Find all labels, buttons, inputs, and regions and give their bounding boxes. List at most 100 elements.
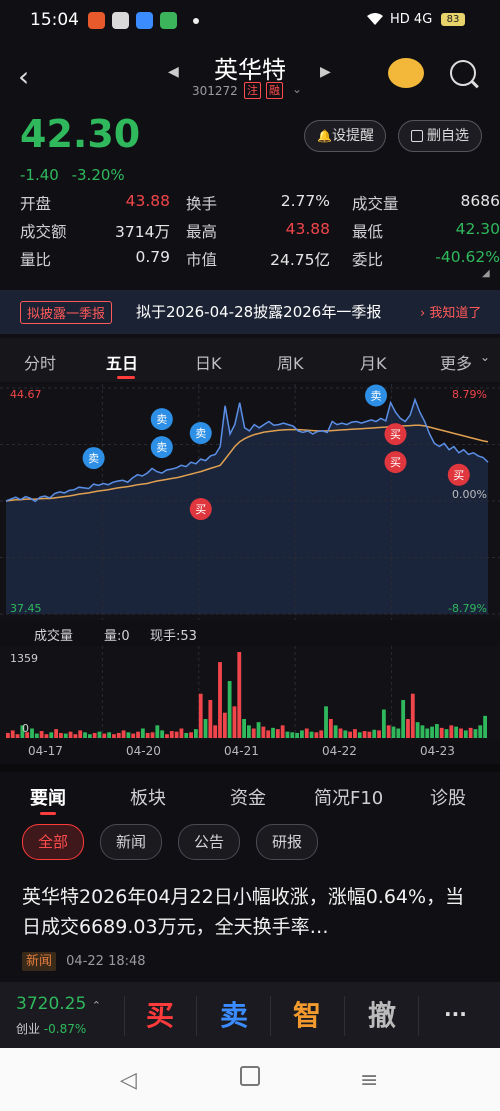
tab-chart-2[interactable]: 日K [195,350,222,374]
volume-bar [449,725,454,738]
sell-button[interactable]: 卖 [220,994,248,1034]
stat-label: 换手 [186,195,218,213]
chevron-down-icon[interactable]: ⌄ [480,350,490,364]
chip-0[interactable]: 全部 [22,824,84,860]
volume-bar [468,727,473,738]
tab-chart-0[interactable]: 分时 [24,350,56,374]
chip-2[interactable]: 公告 [178,824,240,860]
nav-back-icon[interactable]: ◁ [120,1068,137,1093]
volume-bar [247,725,251,738]
volume-bar [107,732,112,738]
tab-news-2[interactable]: 资金 [230,784,266,810]
volume-bar [406,719,410,738]
volume-bar [333,725,338,738]
registration-badge: 注 [244,82,261,99]
volume-bar [54,729,59,738]
mascot-icon[interactable] [388,58,424,88]
volume-bar [193,729,198,738]
volume-bar [328,719,333,738]
tab-news-0[interactable]: 要闻 [30,784,66,810]
stat-value: 8686 [460,192,500,210]
tab-chart-1[interactable]: 五日 [106,350,138,374]
tab-chart-4[interactable]: 月K [360,350,387,374]
volume-bar [112,734,116,738]
index-value[interactable]: 3720.25 ⌃ [16,994,101,1014]
app-notification-icon [112,12,129,29]
status-dot [193,18,199,24]
divider [344,996,345,1036]
volume-bar [83,732,87,738]
news-tabs: 要闻 板块 资金 简况F10 诊股 [0,772,500,818]
smart-button[interactable]: 智 [293,994,321,1034]
volume-bar [434,724,439,738]
index-name: 创业 [16,1022,41,1036]
news-headline[interactable]: 英华特2026年04月22日小幅收涨，涨幅0.64%，当日成交6689.03万元… [22,882,482,942]
volume-bar [213,725,218,738]
news-time: 04-22 18:48 [66,954,146,969]
nav-menu-icon[interactable]: ≡ [360,1068,378,1093]
y-right-min-label: -8.79% [448,602,487,615]
divider [0,764,500,772]
more-menu-button[interactable]: ··· [444,1002,467,1026]
stat-label: 市值 [186,251,218,269]
current-hand: 现手:53 [150,629,197,644]
volume-max-label: 1359 [10,652,38,665]
collapse-icon[interactable]: ◢ [482,268,490,279]
intraday-price-chart[interactable]: 卖卖卖卖买卖买买买 [0,384,500,620]
volume-bar [444,729,449,738]
volume-bar [203,719,208,738]
volume-bar [261,726,266,738]
volume-bar [169,731,174,738]
wifi-icon [366,12,384,30]
tab-chart-3[interactable]: 周K [277,350,304,374]
earnings-banner[interactable]: 拟披露一季报 拟于2026-04-28披露2026年一季报 › 我知道了 [0,290,500,334]
volume-bar [126,732,131,738]
remove-watchlist-button[interactable]: 删自选 [398,120,482,152]
dismiss-banner-button[interactable]: › 我知道了 [420,302,481,321]
date-tick-label: 04-22 [322,744,357,758]
volume-bar [415,722,420,738]
stat-value: 43.88 [285,220,330,238]
app-notification-icon [136,12,153,29]
stats-row: 开盘 43.88 换手 2.77% 成交量 8686 [20,192,500,220]
volume-bar [372,729,377,738]
volume-bar [266,730,271,738]
tab-news-3[interactable]: 简况F10 [314,784,383,810]
date-tick-label: 04-20 [126,744,161,758]
battery-icon: 83 [441,13,465,26]
buy-button[interactable]: 买 [146,994,174,1034]
volume-bar [116,732,121,738]
volume-header: 成交量 量:0 现手:53 [0,620,500,646]
volume-chart [0,646,500,740]
stat-label: 量比 [20,251,52,269]
app-notification-icon [160,12,177,29]
volume-bar [34,733,39,738]
status-time: 15:04 [30,10,79,30]
sell-marker-label: 卖 [156,413,167,426]
volume-label: 成交量 [34,629,74,644]
search-icon[interactable] [450,60,476,86]
cancel-order-button[interactable]: 撤 [368,994,396,1034]
volume-bar [396,728,401,738]
volume-bar [463,730,468,738]
volume-bar [362,731,367,738]
app-notification-icon [88,12,105,29]
volume-bar [136,731,140,738]
chip-3[interactable]: 研报 [256,824,318,860]
sell-marker-label: 卖 [371,389,382,402]
volume-bar [10,730,15,738]
volume-bar [160,730,165,738]
tab-news-1[interactable]: 板块 [130,784,166,810]
nav-home-icon[interactable] [240,1066,260,1086]
sell-marker-label: 卖 [88,452,99,465]
tab-chart-5[interactable]: 更多 [440,350,472,374]
next-stock-icon[interactable]: ▶ [320,64,331,80]
status-bar: 15:04 HD 4G 83 [0,0,500,42]
tab-news-4[interactable]: 诊股 [430,784,466,810]
set-alert-button[interactable]: 🔔设提醒 [304,120,386,152]
chevron-down-icon[interactable]: ⌄ [292,82,302,96]
stock-code: 301272 [192,84,238,98]
y-right-max-label: 8.79% [452,388,487,401]
volume-bar [420,725,425,738]
chip-1[interactable]: 新闻 [100,824,162,860]
